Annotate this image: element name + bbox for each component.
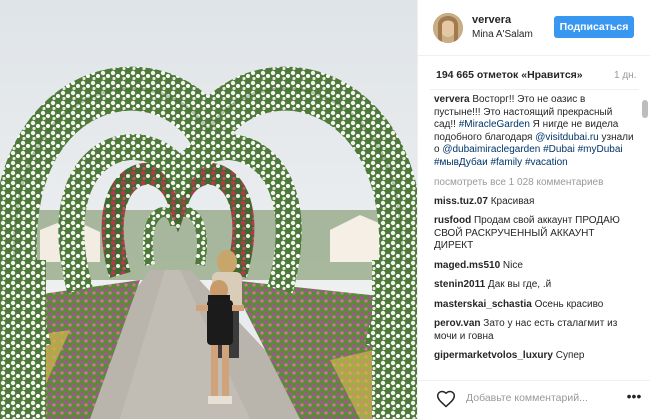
comment-text: Дак вы где, .й — [485, 279, 552, 290]
view-all-comments-link[interactable]: посмотреть все 1 028 комментариев — [434, 177, 634, 190]
comment-items: miss.tuz.07 Красивая rusfood Продам свой … — [434, 196, 634, 363]
follow-button[interactable]: Подписаться — [554, 16, 634, 38]
comment-item: stenin2011 Дак вы где, .й — [434, 279, 634, 292]
likes-count[interactable]: 194 665 отметок «Нравится» — [436, 69, 583, 81]
avatar-image — [433, 13, 463, 43]
user-avatar[interactable] — [433, 13, 463, 43]
comment-item: gipermаrketvolos_luxury Супер — [434, 350, 634, 363]
comment-item: masterskai_schastia Осень красиво — [434, 299, 634, 312]
caption-hashtag-link[interactable]: @visitdubai.ru — [535, 132, 599, 143]
comment-footer: ••• — [418, 380, 650, 419]
post-location[interactable]: Mina A'Salam — [472, 29, 533, 40]
comment-text: Осень красиво — [531, 298, 604, 310]
comment-input[interactable] — [466, 388, 606, 408]
caption-hashtag-link[interactable]: #Dubai — [543, 144, 575, 155]
comment-item: miss.tuz.07 Красивая — [434, 196, 634, 209]
more-options-icon[interactable]: ••• — [624, 386, 644, 406]
caption-hashtag-link[interactable]: @dubaimiraclegarden — [442, 144, 540, 155]
comment-username[interactable]: stenin2011 — [434, 279, 485, 290]
comment-username[interactable]: maged.ms510 — [434, 260, 500, 271]
caption-text: Восторг!! Это не оазис в пустыне!!! Это … — [434, 94, 634, 168]
comments-list: ververa Восторг!! Это не оазис в пустыне… — [434, 94, 634, 374]
post-header: ververa Mina A'Salam Подписаться — [418, 0, 650, 56]
post-sidebar: ververa Mina A'Salam Подписаться 194 665… — [417, 0, 650, 419]
caption-hashtag-link[interactable]: #family — [490, 157, 522, 168]
caption-hashtag-link[interactable]: #MiracleGarden — [459, 119, 530, 130]
garden-photo-drawing — [0, 0, 417, 419]
comment-item: rusfood Продам свой аккаунт ПРОДАЮ СВОЙ … — [434, 215, 634, 253]
caption-hashtag-link[interactable]: #myDubai — [578, 144, 623, 155]
caption-hashtag-link[interactable]: #vacation — [525, 157, 568, 168]
comment-text: Nice — [500, 259, 523, 271]
instagram-post-window: ververa Mina A'Salam Подписаться 194 665… — [0, 0, 650, 419]
comment-username[interactable]: perov.van — [434, 318, 481, 329]
likes-divider — [430, 89, 639, 90]
comment-text: Красивая — [487, 195, 535, 207]
comment-username[interactable]: gipermаrketvolos_luxury — [434, 350, 553, 361]
caption-username[interactable]: ververa — [434, 94, 470, 105]
comment-username[interactable]: masterskai_schastia — [434, 299, 532, 310]
comment-username[interactable]: miss.tuz.07 — [434, 196, 488, 207]
post-caption: ververa Восторг!! Это не оазис в пустыне… — [434, 94, 634, 169]
post-time-ago[interactable]: 1 дн. — [614, 70, 636, 81]
comment-text: Супер — [552, 350, 585, 361]
post-username[interactable]: ververa — [472, 14, 511, 26]
caption-hashtag-link[interactable]: #мывДубаи — [434, 157, 488, 168]
comment-username[interactable]: rusfood — [434, 215, 471, 226]
comment-item: maged.ms510 Nice — [434, 260, 634, 273]
heart-icon[interactable] — [436, 389, 456, 409]
comment-item: perov.van Зато у нас есть сталагмит из м… — [434, 318, 634, 343]
scrollbar-thumb[interactable] — [642, 100, 648, 118]
post-photo[interactable] — [0, 0, 417, 419]
